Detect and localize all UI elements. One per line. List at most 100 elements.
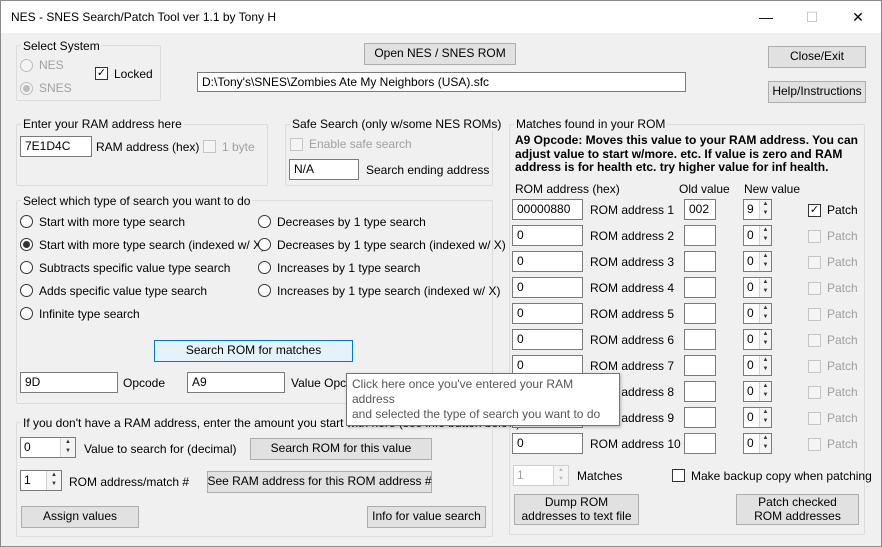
matches-count-stepper[interactable]: 1 ▲ ▼ bbox=[513, 465, 569, 486]
new-value-stepper[interactable]: 0 ▲ ▼ bbox=[743, 277, 772, 298]
see-ram-button[interactable]: See RAM address for this ROM address # bbox=[207, 471, 432, 493]
rom-address-input[interactable]: 0 bbox=[512, 329, 583, 350]
search-type-radio[interactable] bbox=[258, 238, 271, 251]
old-value-input[interactable]: 002 bbox=[684, 199, 716, 220]
patch-checkbox[interactable] bbox=[808, 360, 821, 373]
search-type-radio[interactable] bbox=[20, 261, 33, 274]
value-search-stepper[interactable]: 0 ▲ ▼ bbox=[20, 437, 76, 458]
search-type-radio[interactable] bbox=[258, 215, 271, 228]
rom-address-input[interactable]: 00000880 bbox=[512, 199, 583, 220]
new-value-stepper[interactable]: 0 ▲ ▼ bbox=[743, 407, 772, 428]
search-value-button[interactable]: Search ROM for this value bbox=[250, 438, 432, 460]
nes-radio[interactable] bbox=[20, 59, 33, 72]
rom-address-input[interactable]: 0 bbox=[512, 277, 583, 298]
close-exit-button[interactable]: Close/Exit bbox=[768, 46, 866, 68]
old-value-input[interactable] bbox=[684, 329, 716, 350]
stepper-up-icon[interactable]: ▲ bbox=[760, 382, 771, 391]
opcode-input[interactable]: 9D bbox=[20, 372, 118, 393]
ending-address-input[interactable]: N/A bbox=[289, 159, 359, 180]
patch-checkbox[interactable] bbox=[808, 308, 821, 321]
new-value-stepper[interactable]: 0 ▲ ▼ bbox=[743, 225, 772, 246]
help-button[interactable]: Help/Instructions bbox=[768, 81, 866, 103]
stepper-up-icon[interactable]: ▲ bbox=[760, 408, 771, 417]
stepper-up-icon[interactable]: ▲ bbox=[760, 200, 771, 209]
new-value-stepper[interactable]: 0 ▲ ▼ bbox=[743, 303, 772, 324]
value-opcode-input[interactable]: A9 bbox=[187, 372, 285, 393]
patch-checkbox[interactable] bbox=[808, 256, 821, 269]
new-value-stepper[interactable]: 0 ▲ ▼ bbox=[743, 355, 772, 376]
stepper-down-icon[interactable]: ▼ bbox=[760, 235, 771, 244]
patch-checkbox[interactable]: ✓ bbox=[808, 204, 821, 217]
stepper-up-icon[interactable]: ▲ bbox=[760, 226, 771, 235]
stepper-up-icon[interactable]: ▲ bbox=[760, 252, 771, 261]
stepper-up-icon[interactable]: ▲ bbox=[760, 434, 771, 443]
assign-values-button[interactable]: Assign values bbox=[21, 506, 139, 528]
open-rom-button[interactable]: Open NES / SNES ROM bbox=[364, 43, 516, 65]
patch-checked-button[interactable]: Patch checked ROM addresses bbox=[736, 494, 859, 525]
backup-checkbox[interactable] bbox=[672, 469, 685, 482]
ram-address-input[interactable]: 7E1D4C bbox=[20, 136, 92, 157]
stepper-down-icon[interactable]: ▼ bbox=[760, 365, 771, 374]
one-byte-checkbox[interactable] bbox=[203, 140, 216, 153]
search-type-radio[interactable] bbox=[20, 284, 33, 297]
stepper-up-icon[interactable]: ▲ bbox=[760, 304, 771, 313]
stepper-down-icon[interactable]: ▼ bbox=[760, 313, 771, 322]
rom-address-input[interactable]: 0 bbox=[512, 433, 583, 454]
new-value-stepper[interactable]: 0 ▲ ▼ bbox=[743, 381, 772, 402]
dump-rom-button[interactable]: Dump ROM addresses to text file bbox=[514, 494, 639, 525]
old-value-input[interactable] bbox=[684, 251, 716, 272]
new-value-stepper[interactable]: 9 ▲ ▼ bbox=[743, 199, 772, 220]
stepper-down-icon[interactable]: ▼ bbox=[61, 447, 75, 456]
patch-checkbox[interactable] bbox=[808, 282, 821, 295]
search-type-radio[interactable] bbox=[258, 261, 271, 274]
old-value-input[interactable] bbox=[684, 303, 716, 324]
stepper-down-icon[interactable]: ▼ bbox=[760, 417, 771, 426]
old-value-input[interactable] bbox=[684, 433, 716, 454]
stepper-down-icon[interactable]: ▼ bbox=[760, 287, 771, 296]
patch-checkbox[interactable] bbox=[808, 386, 821, 399]
new-value-stepper[interactable]: 0 ▲ ▼ bbox=[743, 433, 772, 454]
snes-radio[interactable] bbox=[20, 82, 33, 95]
patch-checkbox[interactable] bbox=[808, 334, 821, 347]
search-rom-button[interactable]: Search ROM for matches bbox=[154, 340, 353, 362]
close-icon[interactable]: ✕ bbox=[835, 1, 881, 33]
new-value-stepper[interactable]: 0 ▲ ▼ bbox=[743, 329, 772, 350]
stepper-up-icon[interactable]: ▲ bbox=[47, 471, 61, 480]
locked-checkbox[interactable]: ✓ bbox=[95, 67, 108, 80]
patch-checkbox[interactable] bbox=[808, 438, 821, 451]
minimize-icon[interactable]: — bbox=[743, 1, 789, 33]
old-value-input[interactable] bbox=[684, 355, 716, 376]
search-type-radio[interactable] bbox=[258, 284, 271, 297]
rom-address-input[interactable]: 0 bbox=[512, 303, 583, 324]
new-value-stepper[interactable]: 0 ▲ ▼ bbox=[743, 251, 772, 272]
old-value-input[interactable] bbox=[684, 225, 716, 246]
stepper-down-icon[interactable]: ▼ bbox=[760, 443, 771, 452]
search-type-radio[interactable] bbox=[20, 238, 33, 251]
old-value-input[interactable] bbox=[684, 407, 716, 428]
rom-address-input[interactable]: 0 bbox=[512, 251, 583, 272]
title-bar[interactable]: NES - SNES Search/Patch Tool ver 1.1 by … bbox=[1, 1, 881, 33]
stepper-up-icon[interactable]: ▲ bbox=[554, 466, 568, 475]
stepper-down-icon[interactable]: ▼ bbox=[554, 475, 568, 484]
stepper-up-icon[interactable]: ▲ bbox=[760, 356, 771, 365]
stepper-down-icon[interactable]: ▼ bbox=[760, 339, 771, 348]
stepper-down-icon[interactable]: ▼ bbox=[760, 209, 771, 218]
old-value-input[interactable] bbox=[684, 381, 716, 402]
rom-address-input[interactable]: 0 bbox=[512, 225, 583, 246]
rom-path-field[interactable]: D:\Tony's\SNES\Zombies Ate My Neighbors … bbox=[197, 72, 686, 92]
match-number-stepper[interactable]: 1 ▲ ▼ bbox=[20, 470, 62, 491]
stepper-down-icon[interactable]: ▼ bbox=[760, 261, 771, 270]
safe-search-checkbox[interactable] bbox=[290, 138, 303, 151]
stepper-up-icon[interactable]: ▲ bbox=[61, 438, 75, 447]
old-value-input[interactable] bbox=[684, 277, 716, 298]
stepper-up-icon[interactable]: ▲ bbox=[760, 330, 771, 339]
stepper-down-icon[interactable]: ▼ bbox=[47, 480, 61, 489]
patch-checkbox[interactable] bbox=[808, 412, 821, 425]
stepper-down-icon[interactable]: ▼ bbox=[760, 391, 771, 400]
search-type-radio[interactable] bbox=[20, 215, 33, 228]
patch-checkbox[interactable] bbox=[808, 230, 821, 243]
search-type-radio[interactable] bbox=[20, 307, 33, 320]
stepper-up-icon[interactable]: ▲ bbox=[760, 278, 771, 287]
info-value-search-button[interactable]: Info for value search bbox=[367, 506, 486, 528]
maximize-icon[interactable]: ☐ bbox=[789, 1, 835, 33]
